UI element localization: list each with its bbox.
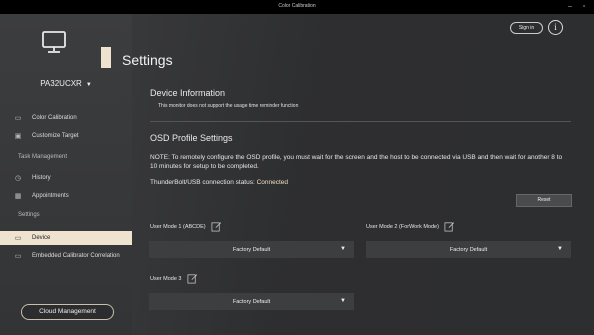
sidebar-item-appointments[interactable]: ▦ Appointments (0, 189, 132, 203)
user-mode-3-label: User Mode 3 (150, 273, 198, 284)
caret-down-icon: ▼ (557, 246, 563, 252)
device-name: PA32UCXR (40, 79, 82, 88)
caret-down-icon: ▼ (340, 246, 346, 252)
status-label: ThunderBolt/USB connection status: (150, 179, 255, 186)
close-button[interactable]: ▫ (579, 2, 589, 12)
edit-icon[interactable] (187, 273, 198, 284)
caret-down-icon: ▼ (340, 298, 346, 304)
screen-icon: ▭ (14, 115, 22, 122)
reset-button[interactable]: Reset (516, 194, 572, 207)
edit-icon[interactable] (444, 221, 455, 232)
select-value: Factory Default (232, 246, 271, 253)
user-mode-1-select[interactable]: Factory Default ▼ (149, 241, 354, 258)
device-info-title: Device Information (150, 88, 226, 98)
sidebar-item-label: Color Calibration (32, 115, 77, 121)
target-icon: ▣ (14, 133, 22, 140)
info-icon[interactable]: i (548, 20, 563, 35)
sidebar-item-color-calibration[interactable]: ▭ Color Calibration (0, 111, 132, 125)
accent-bar (101, 47, 111, 68)
user-mode-3-select[interactable]: Factory Default ▼ (149, 293, 354, 310)
monitor-icon: ▭ (14, 235, 22, 242)
title-bar: Color Calibration – ▫ (0, 0, 594, 14)
main-panel (100, 14, 594, 335)
osd-title: OSD Profile Settings (150, 133, 233, 143)
sidebar-item-device[interactable]: ▭ Device (0, 231, 132, 245)
minimize-button[interactable]: – (565, 2, 575, 12)
sign-in-button[interactable]: Sign in (510, 22, 543, 34)
calendar-icon: ▦ (14, 193, 22, 200)
osd-note: NOTE: To remotely configure the OSD prof… (150, 154, 563, 170)
history-icon: ◷ (14, 175, 22, 182)
connection-status: ThunderBolt/USB connection status: Conne… (150, 179, 288, 186)
divider (150, 121, 571, 122)
settings-heading: Settings (18, 212, 40, 218)
sidebar-item-customize-target[interactable]: ▣ Customize Target (0, 129, 132, 143)
monitor-icon: ▭ (14, 253, 22, 260)
select-value: Factory Default (449, 246, 488, 253)
mode-label-text: User Mode 2 (ForWork Mode) (366, 223, 439, 230)
select-value: Factory Default (232, 298, 271, 305)
sidebar-item-history[interactable]: ◷ History (0, 171, 132, 185)
sidebar-item-label: History (32, 175, 51, 181)
sidebar-item-label: Device (32, 235, 51, 241)
task-management-heading: Task Management (18, 154, 68, 160)
status-value: Connected (256, 179, 289, 186)
sidebar-item-label: Customize Target (32, 133, 79, 139)
sidebar-item-embedded-calibrator[interactable]: ▭ Embedded Calibrator Correlation (0, 249, 132, 263)
window-title: Color Calibration (278, 3, 316, 9)
monitor-icon (42, 31, 66, 53)
user-mode-2-select[interactable]: Factory Default ▼ (366, 241, 571, 258)
device-info-text: This monitor does not support the usage … (158, 103, 299, 109)
user-mode-2-label: User Mode 2 (ForWork Mode) (366, 221, 455, 232)
user-mode-1-label: User Mode 1 (ABCDE) (150, 221, 222, 232)
page-title: Settings (122, 52, 173, 68)
caret-down-icon: ▼ (85, 82, 92, 88)
sidebar-item-label: Embedded Calibrator Correlation (32, 253, 120, 259)
device-dropdown[interactable]: PA32UCXR ▼ (0, 79, 132, 88)
edit-icon[interactable] (211, 221, 222, 232)
mode-label-text: User Mode 3 (150, 275, 182, 282)
sidebar-item-label: Appointments (32, 193, 69, 199)
cloud-management-button[interactable]: Cloud Management (21, 304, 114, 320)
mode-label-text: User Mode 1 (ABCDE) (150, 223, 206, 230)
